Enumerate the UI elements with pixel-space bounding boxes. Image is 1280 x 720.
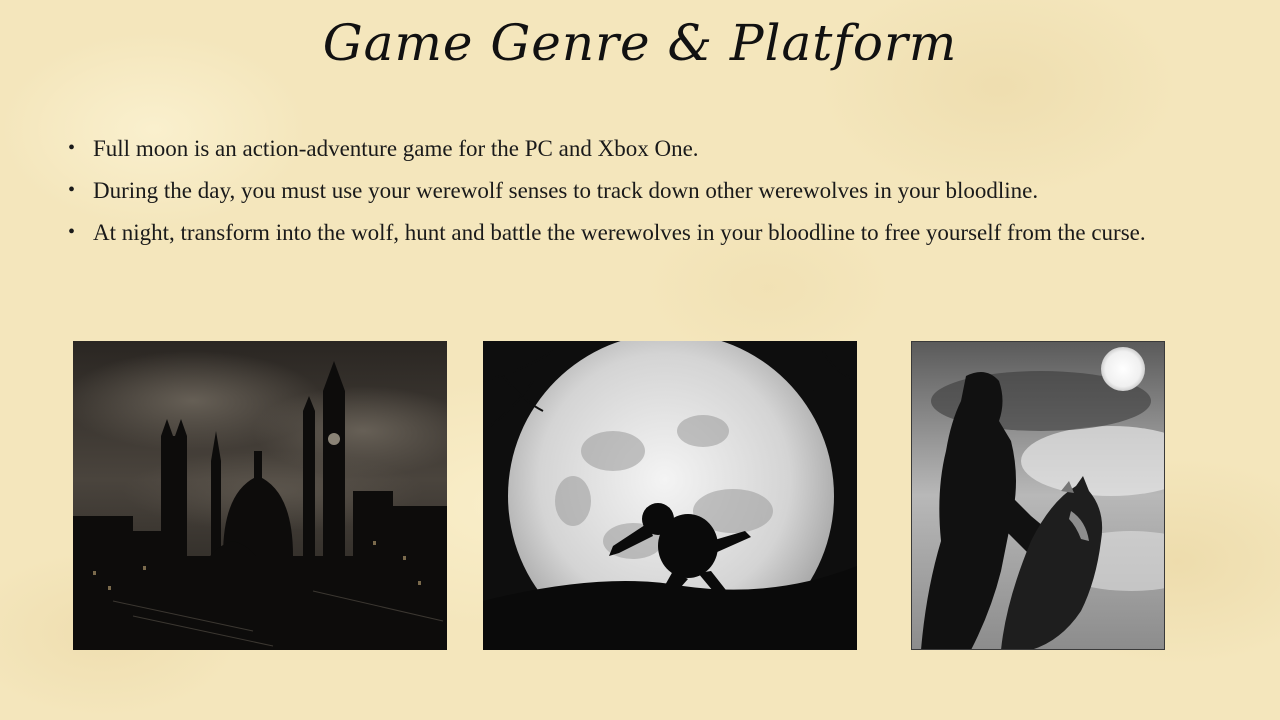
- bullet-icon: •: [68, 137, 76, 159]
- bullet-text: During the day, you must use your werewo…: [93, 178, 1039, 203]
- werewolf-statue-image: [911, 341, 1165, 650]
- city-skyline-photo: [73, 341, 447, 650]
- werewolf-statue-photo: [911, 341, 1165, 650]
- bullet-icon: •: [68, 179, 76, 201]
- bullet-item: • During the day, you must use your were…: [68, 176, 1243, 205]
- bullet-icon: •: [68, 221, 76, 243]
- bullet-item: • At night, transform into the wolf, hun…: [68, 218, 1243, 247]
- slide-title: Game Genre & Platform: [322, 14, 958, 72]
- bullet-list: • Full moon is an action-adventure game …: [68, 134, 1243, 260]
- werewolf-full-moon-photo: [483, 341, 857, 650]
- bullet-text: Full moon is an action-adventure game fo…: [93, 136, 699, 161]
- werewolf-moon-image: [483, 341, 857, 650]
- bullet-text: At night, transform into the wolf, hunt …: [93, 220, 1146, 245]
- bullet-item: • Full moon is an action-adventure game …: [68, 134, 1243, 163]
- city-skyline-image: [73, 341, 447, 650]
